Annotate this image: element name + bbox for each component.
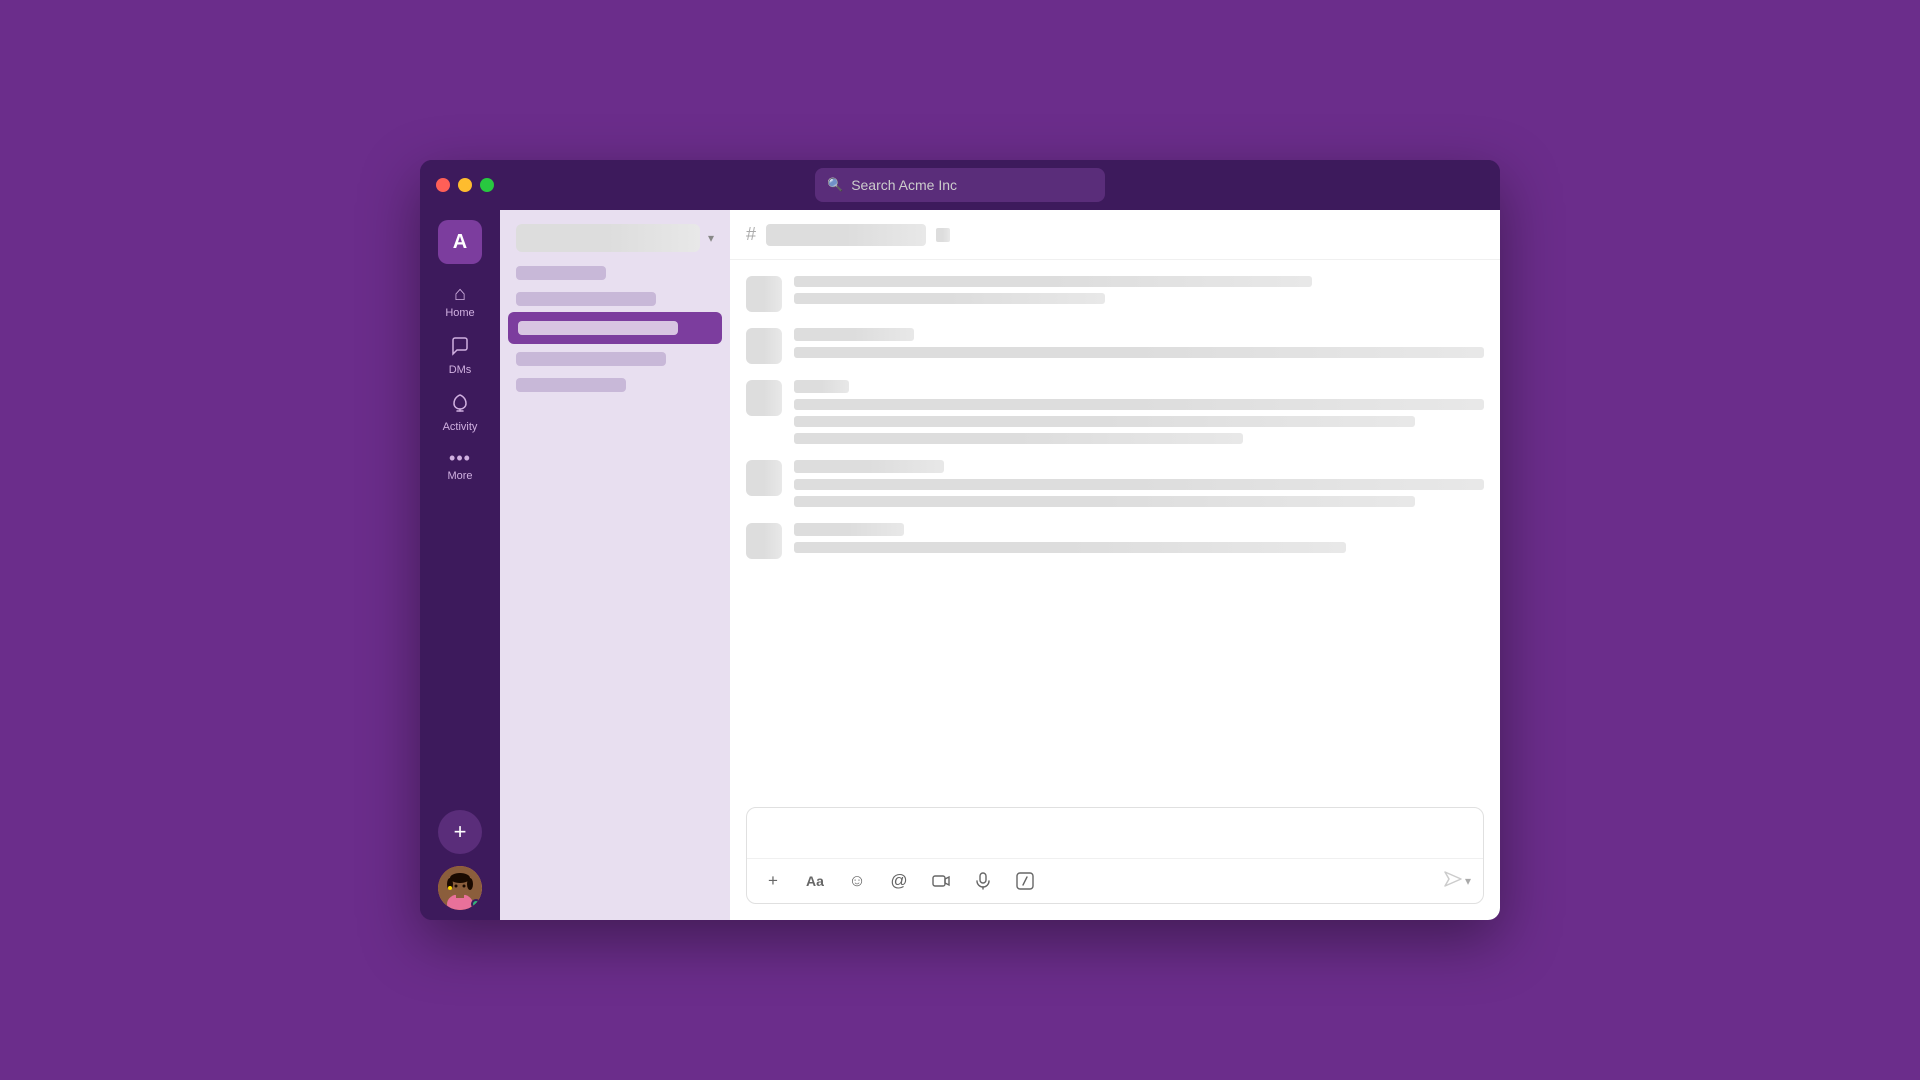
composer-add-button[interactable]: + <box>759 867 787 895</box>
skeleton-channel-1 <box>516 352 666 366</box>
message-content <box>794 380 1484 444</box>
global-search-bar[interactable]: 🔍 Search Acme Inc <box>815 168 1105 202</box>
mention-icon: @ <box>890 871 907 891</box>
channel-name-skeleton <box>766 224 926 246</box>
active-channel-item[interactable] <box>508 312 722 344</box>
dms-icon <box>449 335 471 361</box>
message-row <box>746 380 1484 444</box>
msg-text-skeleton <box>794 399 1484 410</box>
message-avatar <box>746 328 782 364</box>
message-content <box>794 328 1484 358</box>
message-avatar <box>746 276 782 312</box>
message-row <box>746 328 1484 364</box>
message-row <box>746 460 1484 507</box>
composer-slash-button[interactable] <box>1011 867 1039 895</box>
msg-text-skeleton <box>794 479 1484 490</box>
workspace-avatar[interactable]: A <box>438 220 482 264</box>
sidebar-item-home[interactable]: ⌂ Home <box>428 278 492 325</box>
close-button[interactable] <box>436 178 450 192</box>
workspace-name-skeleton <box>516 224 700 252</box>
add-icon: + <box>454 821 467 843</box>
add-attachment-icon: + <box>768 871 778 891</box>
sidebar-item-label-dms: DMs <box>449 364 472 376</box>
composer-input[interactable] <box>747 808 1483 858</box>
msg-text-skeleton <box>794 433 1243 444</box>
send-options-button[interactable]: ▾ <box>1465 874 1471 888</box>
search-icon: 🔍 <box>827 177 843 193</box>
message-row <box>746 276 1484 312</box>
emoji-icon: ☺ <box>848 871 865 891</box>
message-row <box>746 523 1484 559</box>
send-arrow-icon <box>1443 870 1463 888</box>
add-workspace-button[interactable]: + <box>438 810 482 854</box>
msg-text-skeleton <box>794 542 1346 553</box>
active-channel-bar <box>518 321 678 335</box>
composer-emoji-button[interactable]: ☺ <box>843 867 871 895</box>
main-area: A ⌂ Home DMs <box>420 210 1500 920</box>
message-content <box>794 460 1484 507</box>
composer-mention-button[interactable]: @ <box>885 867 913 895</box>
msg-name-skeleton <box>794 460 944 473</box>
message-avatar <box>746 523 782 559</box>
message-avatar <box>746 380 782 416</box>
sidebar-nav: A ⌂ Home DMs <box>420 210 500 920</box>
message-avatar <box>746 460 782 496</box>
user-avatar[interactable] <box>438 866 482 910</box>
composer-video-button[interactable] <box>927 867 955 895</box>
online-status-dot <box>471 899 481 909</box>
window-controls <box>436 178 494 192</box>
sidebar-item-label-more: More <box>447 470 472 482</box>
channel-dropdown-skeleton <box>936 228 950 242</box>
skeleton-label-2 <box>516 292 656 306</box>
channel-sidebar-header: ▾ <box>500 210 730 262</box>
maximize-button[interactable] <box>480 178 494 192</box>
msg-text-skeleton <box>794 416 1415 427</box>
chat-area: # <box>730 210 1500 920</box>
message-composer: + Aa ☺ @ <box>746 807 1484 904</box>
msg-name-skeleton <box>794 380 849 393</box>
sidebar-item-activity[interactable]: Activity <box>428 386 492 439</box>
channel-list <box>500 262 730 396</box>
workspace-dropdown-icon[interactable]: ▾ <box>708 231 714 245</box>
channel-hash-icon: # <box>746 224 756 245</box>
search-placeholder: Search Acme Inc <box>851 177 957 193</box>
slash-icon <box>1016 872 1034 890</box>
msg-text-skeleton <box>794 276 1312 287</box>
send-button-group: ▾ <box>1443 870 1471 893</box>
sidebar-item-dms[interactable]: DMs <box>428 329 492 382</box>
msg-name-skeleton <box>794 328 914 341</box>
message-content <box>794 276 1484 304</box>
messages-area <box>730 260 1500 807</box>
activity-icon <box>449 392 471 418</box>
format-text-icon: Aa <box>806 873 824 889</box>
composer-format-button[interactable]: Aa <box>801 867 829 895</box>
minimize-button[interactable] <box>458 178 472 192</box>
msg-text-skeleton <box>794 347 1484 358</box>
msg-text-skeleton <box>794 293 1105 304</box>
message-content <box>794 523 1484 553</box>
skeleton-label-1 <box>516 266 606 280</box>
chat-header: # <box>730 210 1500 260</box>
sidebar-item-label-home: Home <box>445 307 474 319</box>
sidebar-item-label-activity: Activity <box>443 421 478 433</box>
skeleton-channel-2 <box>516 378 626 392</box>
composer-toolbar: + Aa ☺ @ <box>747 858 1483 903</box>
microphone-icon <box>975 872 991 890</box>
composer-audio-button[interactable] <box>969 867 997 895</box>
send-button[interactable] <box>1443 870 1463 893</box>
msg-name-skeleton <box>794 523 904 536</box>
msg-text-skeleton <box>794 496 1415 507</box>
app-window: 🔍 Search Acme Inc A ⌂ Home DMs <box>420 160 1500 920</box>
video-icon <box>932 872 950 890</box>
home-icon: ⌂ <box>454 284 466 304</box>
sidebar-item-more[interactable]: ••• More <box>428 443 492 488</box>
chevron-down-icon: ▾ <box>1465 874 1471 888</box>
more-icon: ••• <box>449 449 471 467</box>
channel-sidebar: ▾ <box>500 210 730 920</box>
title-bar: 🔍 Search Acme Inc <box>420 160 1500 210</box>
